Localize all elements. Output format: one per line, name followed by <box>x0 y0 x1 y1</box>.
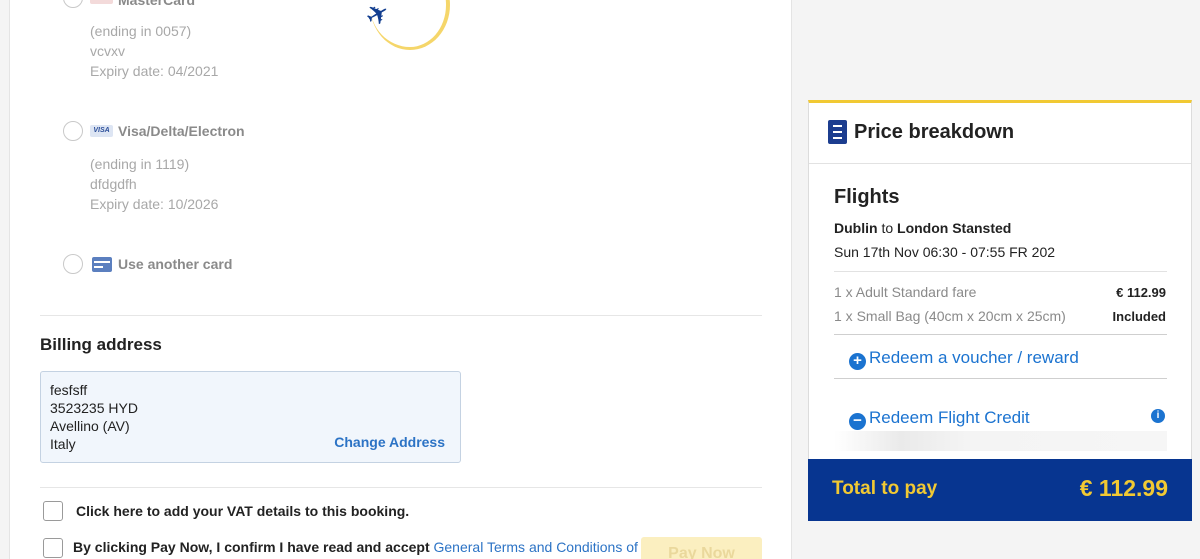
mastercard-radio[interactable] <box>63 0 83 8</box>
credit-card-icon <box>92 257 112 272</box>
terms-label: By clicking Pay Now, I confirm I have re… <box>73 539 638 555</box>
divider <box>40 487 762 488</box>
billing-address-box: fesfsff 3523235 HYD Avellino (AV) Italy … <box>40 371 461 463</box>
address-line: Avellino (AV) <box>50 418 130 434</box>
terms-checkbox[interactable] <box>43 538 63 558</box>
address-line: 3523235 HYD <box>50 400 138 416</box>
total-to-pay-bar: Total to pay € 112.99 <box>808 459 1192 521</box>
route-to: to <box>881 220 894 236</box>
terms-text: By clicking Pay Now, I confirm I have re… <box>73 539 434 555</box>
visa-logo-icon: VISA <box>90 125 113 137</box>
visa-holder: dfdgdfh <box>90 176 137 192</box>
another-card-radio[interactable] <box>63 254 83 274</box>
info-icon[interactable]: i <box>1151 409 1165 423</box>
price-breakdown-header: Price breakdown <box>809 103 1191 164</box>
flight-route: Dublin to London Stansted <box>834 220 1011 236</box>
redeem-flight-credit-link[interactable]: − Redeem Flight Credit <box>849 408 1030 430</box>
total-label: Total to pay <box>832 478 938 499</box>
mastercard-holder: vcvxv <box>90 43 125 59</box>
redeem-voucher-label: Redeem a voucher / reward <box>869 348 1079 367</box>
billing-title: Billing address <box>40 335 162 354</box>
total-value: € 112.99 <box>1079 475 1168 501</box>
vat-label[interactable]: Click here to add your VAT details to th… <box>76 503 409 519</box>
route-destination: London Stansted <box>897 220 1012 236</box>
fare-line-label: 1 x Adult Standard fare <box>834 284 977 300</box>
loading-placeholder <box>834 431 1167 451</box>
bag-line-label: 1 x Small Bag (40cm x 20cm x 25cm) <box>834 308 1066 324</box>
plus-icon: + <box>849 353 866 370</box>
visa-title: Visa/Delta/Electron <box>118 123 245 139</box>
route-origin: Dublin <box>834 220 878 236</box>
terms-link[interactable]: General Terms and Conditions of <box>434 539 638 555</box>
divider <box>834 334 1167 335</box>
another-card-label[interactable]: Use another card <box>118 256 232 272</box>
mastercard-expiry: Expiry date: 04/2021 <box>90 63 219 79</box>
visa-ending: (ending in 1119) <box>90 156 190 172</box>
address-line: Italy <box>50 436 76 452</box>
mastercard-ending: (ending in 0057) <box>90 23 192 39</box>
divider <box>834 378 1167 379</box>
payment-panel: ✈ MasterCard (ending in 0057) vcvxv Expi… <box>9 0 792 559</box>
visa-radio[interactable] <box>63 121 83 141</box>
divider <box>834 271 1167 272</box>
receipt-icon <box>828 120 847 144</box>
divider <box>40 315 762 316</box>
mastercard-title: MasterCard <box>118 0 196 8</box>
change-address-link[interactable]: Change Address <box>334 434 445 450</box>
mastercard-logo-icon <box>90 0 113 4</box>
visa-expiry: Expiry date: 10/2026 <box>90 196 219 212</box>
price-breakdown-panel: Price breakdown Flights Dublin to London… <box>808 100 1192 521</box>
flights-heading: Flights <box>834 186 900 208</box>
pay-now-button[interactable]: Pay Now <box>641 537 762 559</box>
fare-line-value: € 112.99 <box>1116 285 1166 300</box>
bag-line-value: Included <box>1112 309 1166 324</box>
flight-time: Sun 17th Nov 06:30 - 07:55 FR 202 <box>834 244 1056 260</box>
vat-checkbox[interactable] <box>43 501 63 521</box>
address-line: fesfsff <box>50 382 88 398</box>
price-breakdown-title: Price breakdown <box>854 121 1015 143</box>
redeem-voucher-link[interactable]: + Redeem a voucher / reward <box>849 348 1079 370</box>
minus-icon: − <box>849 413 866 430</box>
redeem-flight-credit-label: Redeem Flight Credit <box>869 408 1030 427</box>
